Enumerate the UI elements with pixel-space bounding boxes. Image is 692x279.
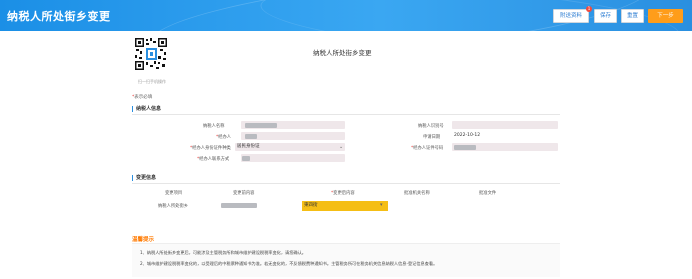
required-note: *表示必填: [132, 94, 152, 100]
before-value-redacted: [221, 203, 257, 208]
handler-contact-label: *经办人联系方式: [197, 157, 230, 162]
next-step-button[interactable]: 下一步: [648, 9, 683, 23]
required-note-text: 表示必填: [134, 95, 153, 100]
tips-title: 温馨提示: [132, 237, 155, 243]
section-divider: [132, 183, 560, 184]
form-title: 纳税人所处街乡变更: [313, 49, 372, 57]
tip-item: 2、城市维护建设税税率变化的，以受理后的中税票种通知书为准。若无变化的，不反馈税…: [140, 261, 438, 266]
save-button[interactable]: 保存: [594, 9, 617, 23]
section-divider: [132, 114, 560, 115]
taxpayer-name-field: [241, 121, 345, 129]
change-section-title: 变更信息: [132, 175, 156, 181]
taxpayer-name-label: 纳税人名称: [203, 124, 225, 129]
redacted-value: [245, 122, 277, 128]
apply-date-field: 2022-10-12: [454, 133, 481, 138]
app-header: 纳税人所处街乡变更 附送资料 1 保存 重置 下一步: [0, 0, 692, 31]
redacted-value: [242, 155, 250, 161]
taxpayer-section-title: 纳税人信息: [132, 106, 161, 112]
apply-date-label: 申请日期: [423, 135, 441, 140]
attachment-button[interactable]: 附送资料: [553, 9, 589, 23]
tip-item: 1、纳税人所处街乡变更后，可能涉及主管税务所和城市维护建设税税率变化，请您确认。: [140, 250, 306, 255]
qr-code-image: [134, 37, 168, 71]
column-header-document: 批准文件: [479, 191, 497, 196]
column-header-item: 变更项目: [165, 191, 183, 196]
taxpayer-id-label: 纳税人识别号: [418, 124, 444, 129]
taxpayer-id-field: [452, 121, 558, 129]
page-header-title: 纳税人所处街乡变更: [7, 10, 111, 23]
handler-label: *经办人: [216, 135, 232, 140]
tips-panel: [132, 243, 560, 277]
column-header-before: 变更前内容: [233, 191, 255, 196]
handler-id-no-field[interactable]: [452, 143, 558, 151]
qr-caption: 扫一扫手机操作: [138, 79, 166, 84]
chevron-down-icon[interactable]: ▾: [380, 202, 383, 208]
handler-id-no-label: *经办人证件号码: [411, 146, 444, 151]
change-item-cell: 纳税人所处街乡: [158, 204, 189, 209]
attachment-count-badge: 1: [586, 6, 592, 12]
column-header-after: *变更后内容: [331, 191, 355, 196]
handler-id-type-select[interactable]: 居民身份证: [235, 143, 345, 151]
chevron-down-icon[interactable]: ⌄: [339, 144, 343, 150]
redacted-value: [245, 133, 257, 139]
redacted-value: [454, 144, 476, 150]
handler-field[interactable]: [241, 132, 345, 140]
column-header-approver: 批准机关名称: [404, 191, 430, 196]
handler-contact-field[interactable]: [241, 154, 345, 162]
reset-button[interactable]: 重置: [621, 9, 644, 23]
after-value-select[interactable]: 東四街: [302, 201, 388, 211]
handler-id-type-label: *经办人身份证件种类: [190, 146, 231, 151]
